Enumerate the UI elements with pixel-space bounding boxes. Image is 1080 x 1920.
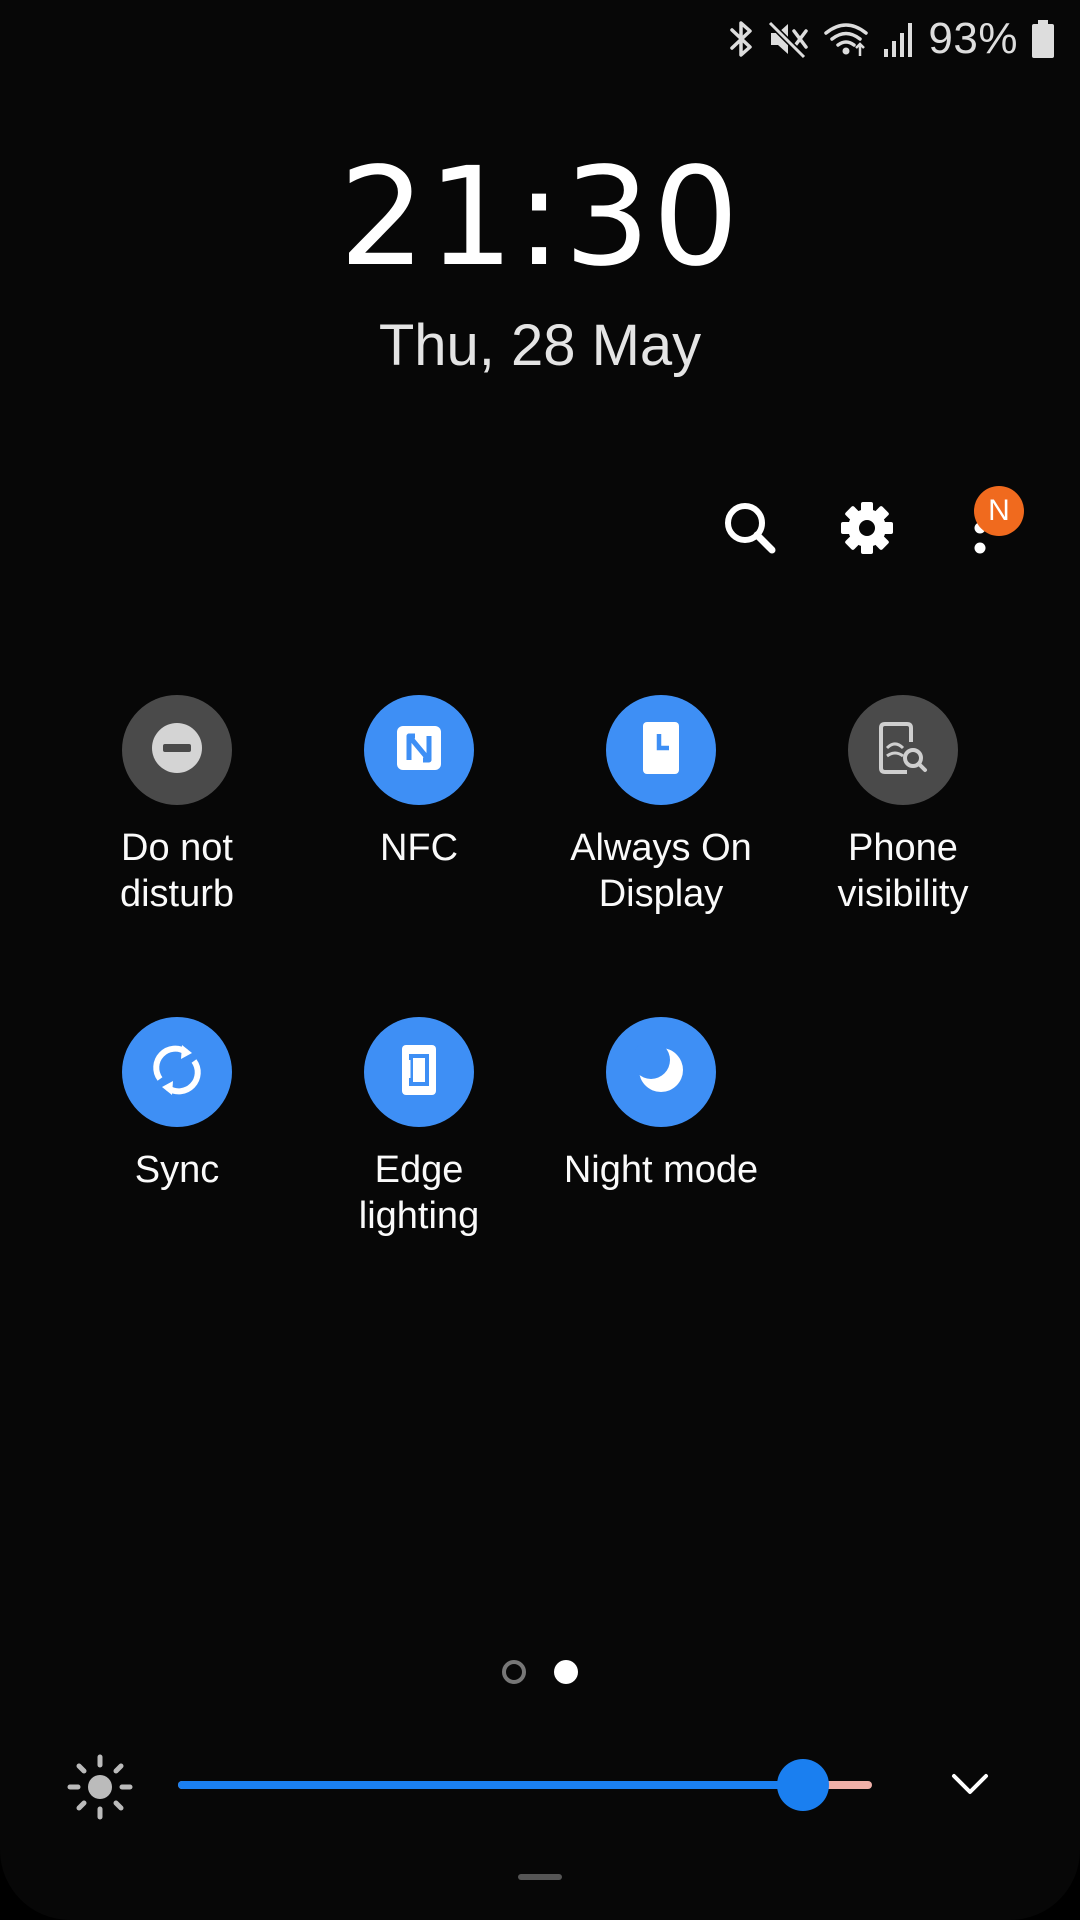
tile-button[interactable] — [606, 1017, 716, 1127]
tile-night-mode[interactable]: Night mode — [541, 1017, 781, 1193]
tile-button[interactable] — [122, 695, 232, 805]
tile-label: Edge lighting — [358, 1149, 480, 1237]
night-mode-icon — [632, 1040, 687, 1101]
expand-button[interactable] — [944, 1760, 996, 1812]
brightness-fill — [178, 1781, 803, 1789]
always-on-display-icon — [639, 720, 683, 781]
sync-icon — [148, 1041, 206, 1104]
tile-label: NFC — [379, 827, 459, 869]
notification-badge: N — [974, 486, 1024, 536]
tile-label: Sync — [134, 1149, 220, 1191]
nfc-icon — [394, 723, 444, 778]
battery-icon — [1030, 19, 1056, 59]
panel-actions: N — [0, 486, 1080, 570]
brightness-slider[interactable] — [178, 1759, 872, 1811]
clock-date[interactable]: Thu, 28 May — [0, 312, 1080, 379]
tile-label: Night mode — [563, 1149, 759, 1191]
more-options-button[interactable]: N — [944, 486, 1024, 570]
panel-handle[interactable] — [518, 1874, 562, 1880]
gear-icon — [839, 500, 895, 561]
tile-do-not-disturb[interactable]: Do not disturb — [57, 695, 297, 917]
page-indicator — [0, 1660, 1080, 1684]
tile-button[interactable] — [606, 695, 716, 805]
tile-always-on-display[interactable]: Always On Display — [541, 695, 781, 917]
do-not-disturb-icon — [149, 720, 205, 781]
mute-icon — [768, 19, 810, 59]
quick-panel: 93% 21:30 Thu, 28 May N Do not disturb N… — [0, 0, 1080, 1920]
search-button[interactable] — [710, 490, 790, 570]
tile-label: Do not disturb — [119, 827, 235, 915]
settings-button[interactable] — [827, 490, 907, 570]
tile-button[interactable] — [364, 695, 474, 805]
tile-button[interactable] — [364, 1017, 474, 1127]
status-bar: 93% — [728, 14, 1056, 64]
page-dot-2[interactable] — [554, 1660, 578, 1684]
brightness-control — [0, 1750, 1080, 1820]
brightness-icon[interactable] — [66, 1753, 134, 1826]
brightness-thumb[interactable] — [776, 1759, 829, 1811]
tile-edge-lighting[interactable]: Edge lighting — [299, 1017, 539, 1239]
tile-button[interactable] — [848, 695, 958, 805]
clock-time[interactable]: 21:30 — [0, 150, 1080, 286]
signal-icon — [882, 19, 916, 59]
edge-lighting-icon — [396, 1042, 442, 1103]
tile-phone-visibility[interactable]: Phone visibility — [783, 695, 1023, 917]
bluetooth-icon — [728, 19, 756, 59]
tile-nfc[interactable]: NFC — [299, 695, 539, 871]
tile-label: Always On Display — [570, 827, 752, 915]
page-dot-1[interactable] — [502, 1660, 526, 1684]
chevron-down-icon — [948, 1770, 992, 1803]
battery-percentage: 93% — [928, 14, 1018, 63]
tile-label: Phone visibility — [837, 827, 969, 915]
phone-visibility-icon — [877, 720, 929, 781]
search-icon — [720, 498, 780, 563]
tile-sync[interactable]: Sync — [57, 1017, 297, 1193]
tile-button[interactable] — [122, 1017, 232, 1127]
wifi-icon — [822, 19, 870, 59]
